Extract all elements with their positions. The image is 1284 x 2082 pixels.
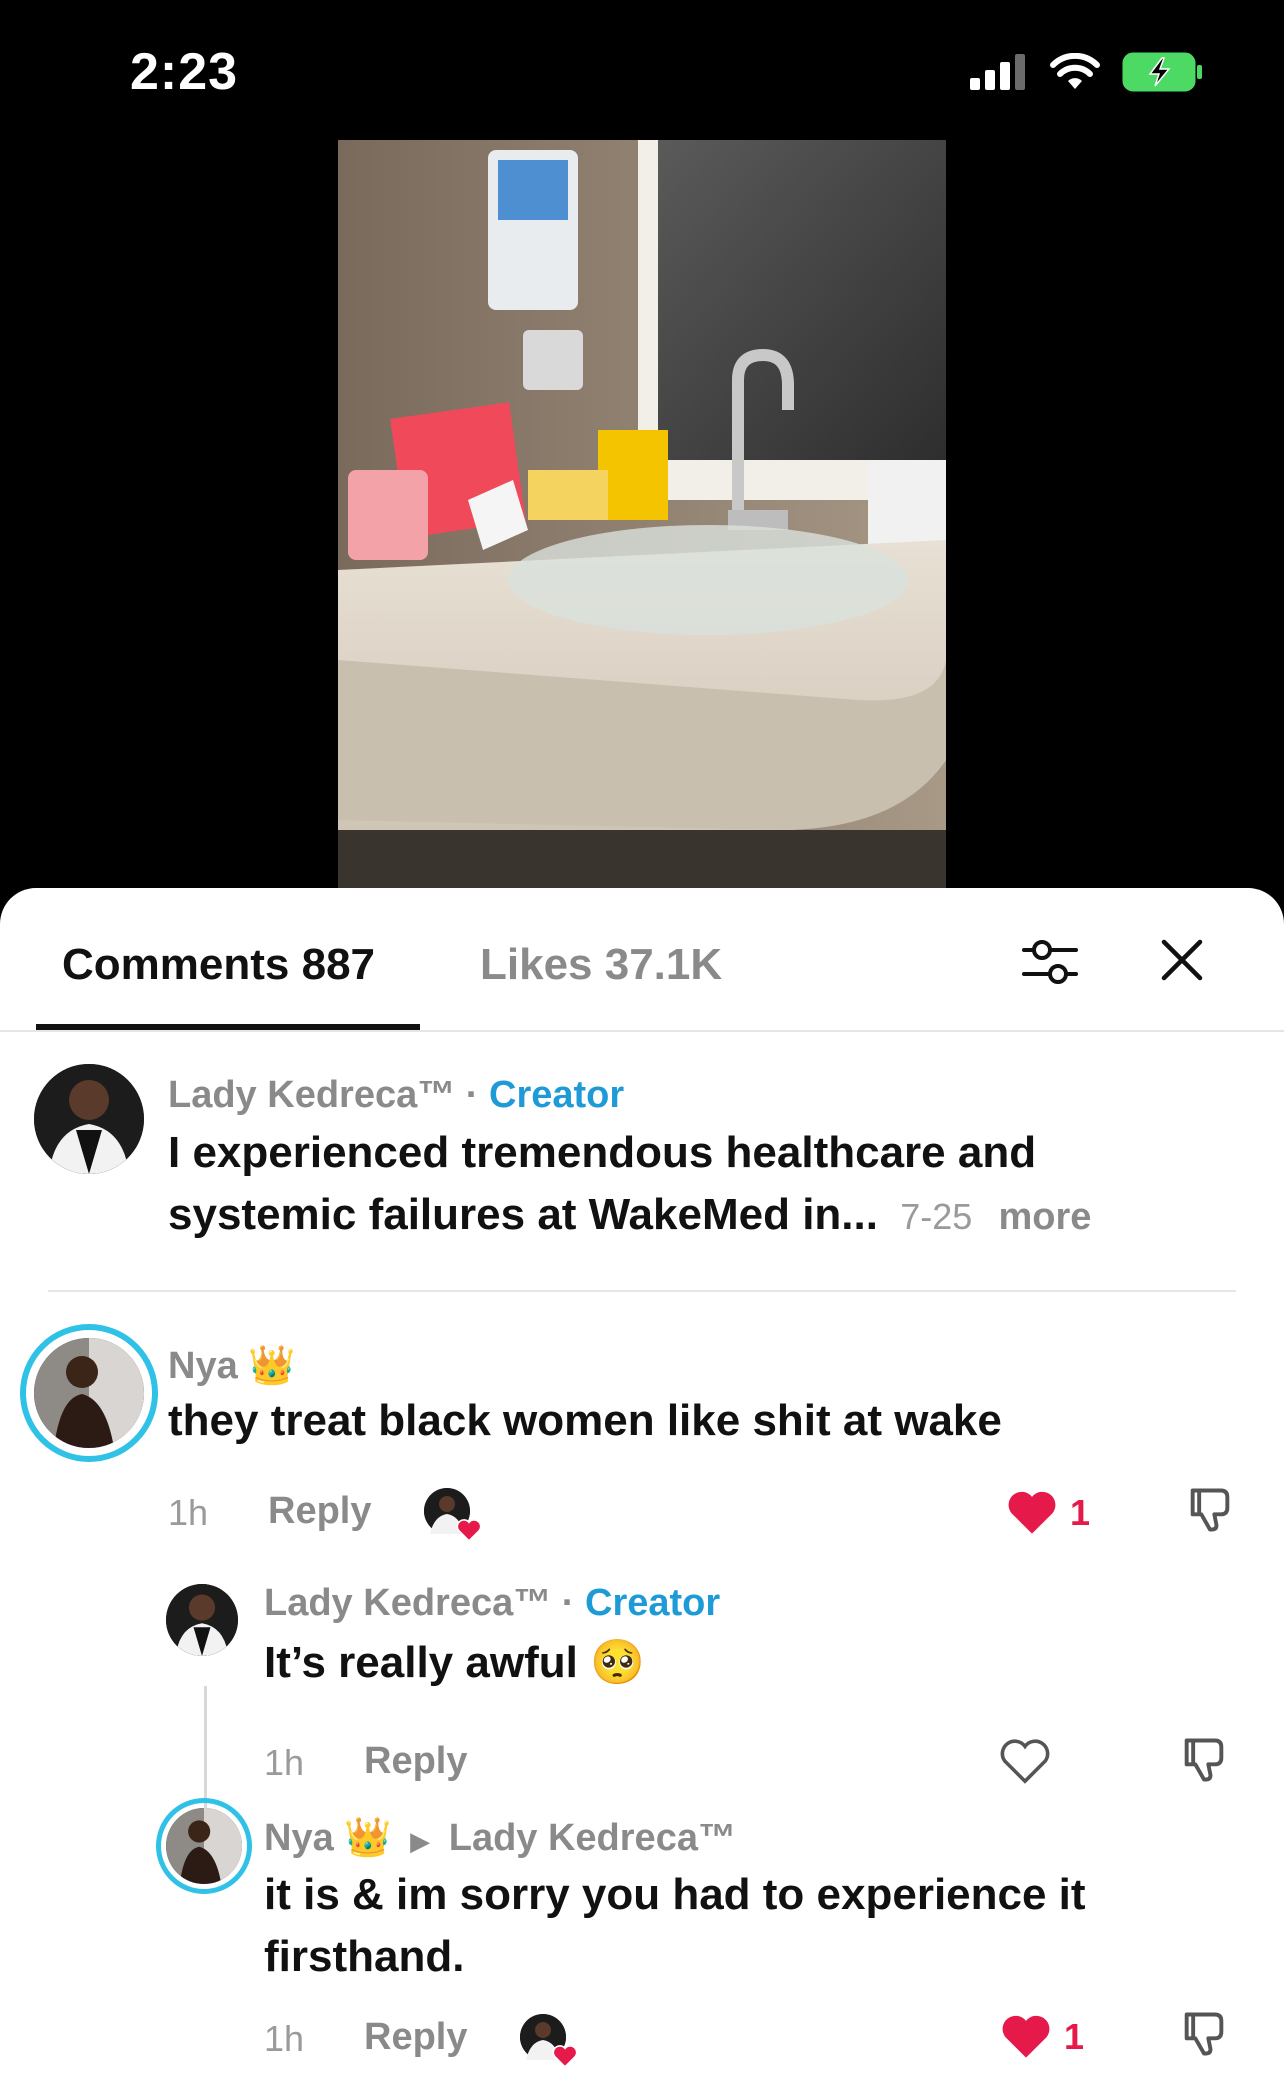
comment-author[interactable]: Nya 👑 xyxy=(168,1344,296,1388)
creator-badge: Creator xyxy=(585,1582,721,1624)
comment-time: 1h xyxy=(168,1492,209,1533)
video-frame[interactable] xyxy=(338,140,946,888)
wifi-icon xyxy=(1050,53,1100,89)
comment-text: they treat black women like shit at wake xyxy=(168,1396,1002,1445)
pleading-face-emoji: 🥺 xyxy=(590,1638,645,1687)
divider xyxy=(48,1290,1236,1292)
thumbs-down-icon[interactable] xyxy=(1184,1484,1236,1536)
heart-icon xyxy=(552,2045,578,2068)
filter-sliders-icon[interactable] xyxy=(1022,936,1078,988)
avatar[interactable] xyxy=(34,1064,144,1174)
comment-text: It’s really awful 🥺 xyxy=(264,1638,645,1687)
comment-time: 1h xyxy=(264,2018,305,2059)
tab-likes[interactable]: Likes 37.1K xyxy=(480,940,722,990)
more-link[interactable]: more xyxy=(999,1196,1092,1238)
author-name: Nya xyxy=(168,1345,238,1387)
battery-charging-icon xyxy=(1122,52,1202,92)
thumbs-down-icon[interactable] xyxy=(1178,2008,1230,2060)
video-thumbnail-image xyxy=(338,140,946,888)
heart-icon[interactable] xyxy=(1006,1488,1058,1536)
comments-tabs: Comments 887 Likes 37.1K xyxy=(0,888,1284,1032)
avatar[interactable] xyxy=(166,1808,242,1884)
like-count: 1 xyxy=(1070,1492,1091,1533)
comment-text: I experienced tremendous healthcare and … xyxy=(168,1122,1248,1248)
author-name: Lady Kedreca™ xyxy=(168,1074,456,1116)
creator-liked-avatar xyxy=(520,2014,578,2068)
reply-button[interactable]: Reply xyxy=(364,1740,467,1783)
crown-emoji: 👑 xyxy=(248,1345,296,1387)
comment-author[interactable]: Lady Kedreca™ · Creator xyxy=(168,1074,624,1117)
thumbs-down-icon[interactable] xyxy=(1178,1734,1230,1786)
comment-text-line: I experienced tremendous healthcare and xyxy=(168,1128,1037,1177)
video-player[interactable] xyxy=(0,140,1284,890)
close-icon[interactable] xyxy=(1160,938,1204,982)
author-name: Nya xyxy=(264,1817,334,1859)
comment-text-line: systemic failures at WakeMed in... 7-25 … xyxy=(168,1190,1092,1239)
comment-date: 7-25 xyxy=(900,1196,973,1237)
reply-button[interactable]: Reply xyxy=(268,1490,371,1533)
creator-badge: Creator xyxy=(489,1074,625,1116)
dot-separator: · xyxy=(561,1582,586,1624)
status-icons xyxy=(970,52,1204,92)
creator-liked-avatar xyxy=(424,1488,482,1542)
reply-to-name[interactable]: Lady Kedreca™ xyxy=(449,1817,736,1859)
comments-sheet: Comments 887 Likes 37.1K Lady Kedreca™ · xyxy=(0,888,1284,2082)
heart-outline-icon[interactable] xyxy=(998,1736,1052,1786)
active-tab-indicator xyxy=(36,1024,420,1030)
cellular-signal-icon xyxy=(970,54,1025,90)
avatar[interactable] xyxy=(166,1584,238,1656)
like-count: 1 xyxy=(1064,2016,1085,2057)
heart-icon[interactable] xyxy=(1000,2012,1052,2060)
heart-icon xyxy=(456,1519,482,1542)
status-time: 2:23 xyxy=(130,43,239,101)
author-name: Lady Kedreca™ xyxy=(264,1582,552,1624)
reply-button[interactable]: Reply xyxy=(364,2016,467,2059)
crown-emoji: 👑 xyxy=(344,1817,392,1859)
status-bar: 2:23 xyxy=(0,0,1284,140)
comment-text: it is & im sorry you had to experience i… xyxy=(264,1870,1086,1981)
comment-author[interactable]: Lady Kedreca™ · Creator xyxy=(264,1582,720,1625)
dot-separator: · xyxy=(465,1074,490,1116)
comment-author[interactable]: Nya 👑 ▶ Lady Kedreca™ xyxy=(264,1816,736,1860)
tab-comments[interactable]: Comments 887 xyxy=(62,940,375,990)
reply-arrow-icon: ▶ xyxy=(410,1826,431,1856)
avatar[interactable] xyxy=(34,1338,144,1448)
comment-time: 1h xyxy=(264,1742,305,1783)
